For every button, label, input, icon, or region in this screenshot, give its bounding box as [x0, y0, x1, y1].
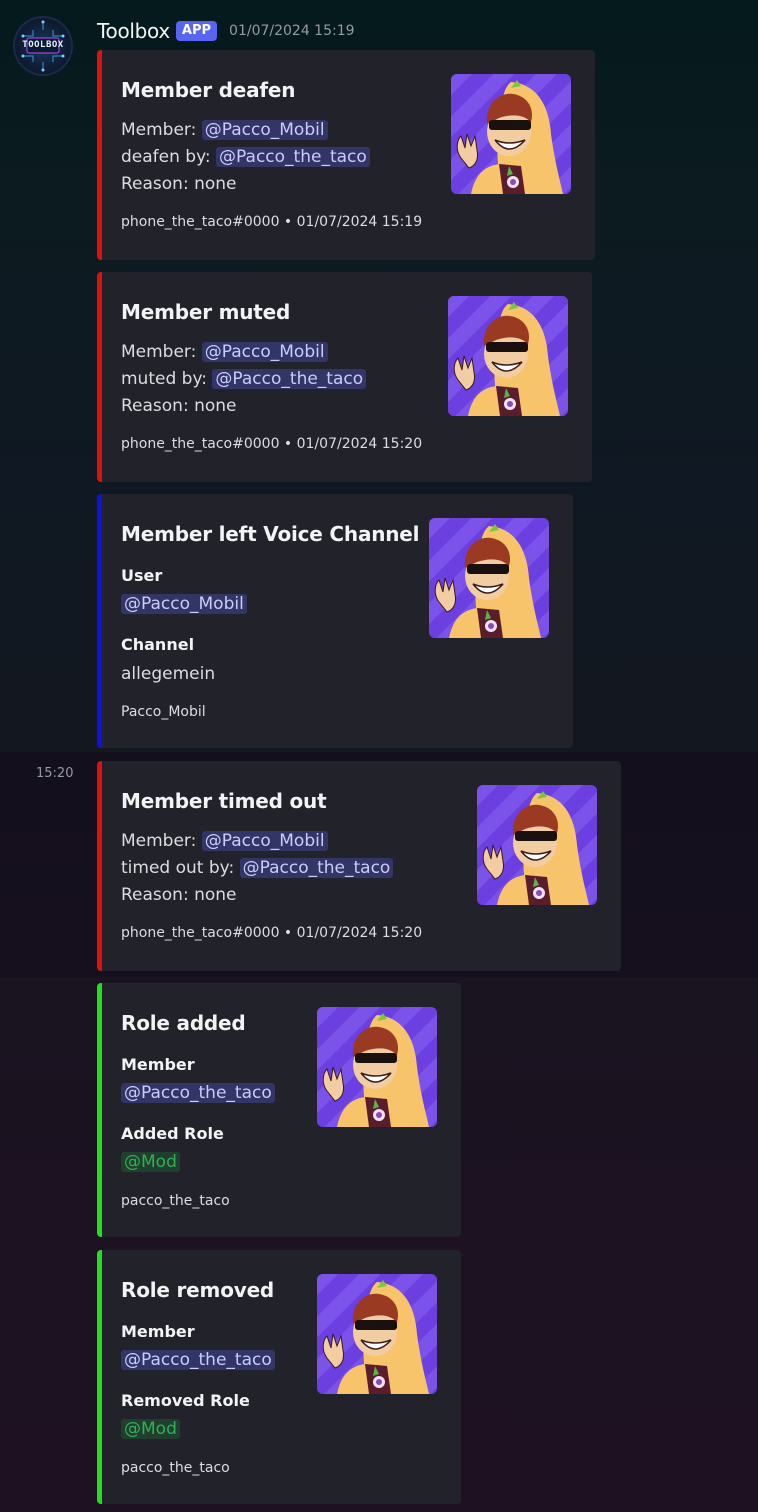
bot-avatar[interactable]: TOOLBOX — [13, 16, 73, 76]
embed-title: Member timed out — [121, 789, 327, 813]
embed-line-reason: Reason: none — [121, 174, 237, 194]
embed-thumbnail[interactable] — [448, 296, 568, 416]
field-name-channel: Channel — [121, 635, 195, 654]
embed-member-muted: Member muted Member: @Pacco_Mobil muted … — [97, 272, 592, 482]
user-mention[interactable]: @Pacco_the_taco — [212, 369, 367, 389]
field-name-user: User — [121, 566, 163, 585]
line-label: Member: — [121, 342, 202, 362]
embed-member-timed-out: Member timed out Member: @Pacco_Mobil ti… — [97, 761, 621, 971]
field-name-member: Member — [121, 1322, 195, 1341]
embed-line-by: deafen by: @Pacco_the_taco — [121, 147, 370, 167]
embed-thumbnail[interactable] — [317, 1274, 437, 1394]
embed-thumbnail[interactable] — [429, 518, 549, 638]
line-label: muted by: — [121, 369, 213, 389]
field-value-role: @Mod — [121, 1419, 180, 1439]
embed-role-removed: Role removed Member @Pacco_the_taco Remo… — [97, 1250, 461, 1504]
line-label: timed out by: — [121, 858, 240, 878]
waving-character-icon — [317, 1274, 437, 1394]
embed-line-member: Member: @Pacco_Mobil — [121, 120, 328, 140]
embed-line-by: muted by: @Pacco_the_taco — [121, 369, 367, 389]
message-header: Toolbox APP 01/07/2024 15:19 — [97, 17, 355, 45]
embed-footer: pacco_the_taco — [121, 1460, 230, 1476]
line-label: deafen by: — [121, 147, 217, 167]
field-value-channel: allegemein — [121, 664, 216, 684]
waving-character-icon — [451, 74, 571, 194]
field-value-role: @Mod — [121, 1152, 180, 1172]
field-name-member: Member — [121, 1055, 195, 1074]
waving-character-icon — [448, 296, 568, 416]
waving-character-icon — [477, 785, 597, 905]
embed-footer: pacco_the_taco — [121, 1193, 230, 1209]
embed-member-left-voice: Member left Voice Channel User @Pacco_Mo… — [97, 494, 573, 748]
embed-title: Role removed — [121, 1278, 275, 1302]
avatar-logo-text: TOOLBOX — [22, 40, 64, 50]
field-name-added-role: Added Role — [121, 1124, 224, 1143]
line-label: Member: — [121, 831, 202, 851]
message-timestamp[interactable]: 01/07/2024 15:19 — [229, 23, 355, 39]
embed-title: Member muted — [121, 300, 291, 324]
line-label: Member: — [121, 120, 202, 140]
field-value-user: @Pacco_Mobil — [121, 594, 247, 614]
waving-character-icon — [429, 518, 549, 638]
hover-timestamp[interactable]: 15:20 — [36, 766, 73, 781]
embed-line-reason: Reason: none — [121, 396, 237, 416]
embed-line-by: timed out by: @Pacco_the_taco — [121, 858, 394, 878]
embed-member-deafen: Member deafen Member: @Pacco_Mobil deafe… — [97, 50, 595, 260]
embed-footer: Pacco_Mobil — [121, 704, 206, 720]
field-value-member: @Pacco_the_taco — [121, 1350, 275, 1370]
embed-footer: phone_the_taco#0000 • 01/07/2024 15:20 — [121, 925, 423, 941]
embed-line-member: Member: @Pacco_Mobil — [121, 342, 328, 362]
user-mention[interactable]: @Pacco_Mobil — [201, 831, 328, 851]
role-mention[interactable]: @Mod — [121, 1152, 180, 1172]
embed-footer: phone_the_taco#0000 • 01/07/2024 15:19 — [121, 214, 423, 230]
user-mention[interactable]: @Pacco_the_taco — [121, 1083, 275, 1103]
embed-title: Role added — [121, 1011, 246, 1035]
embed-line-member: Member: @Pacco_Mobil — [121, 831, 328, 851]
embed-title: Member deafen — [121, 78, 296, 102]
user-mention[interactable]: @Pacco_Mobil — [201, 342, 328, 362]
role-mention[interactable]: @Mod — [121, 1419, 180, 1439]
user-mention[interactable]: @Pacco_Mobil — [201, 120, 328, 140]
embed-thumbnail[interactable] — [477, 785, 597, 905]
field-name-removed-role: Removed Role — [121, 1391, 250, 1410]
user-mention[interactable]: @Pacco_the_taco — [239, 858, 394, 878]
embed-thumbnail[interactable] — [451, 74, 571, 194]
embed-title: Member left Voice Channel — [121, 522, 420, 546]
user-mention[interactable]: @Pacco_the_taco — [121, 1350, 275, 1370]
app-badge: APP — [175, 21, 218, 41]
embed-footer: phone_the_taco#0000 • 01/07/2024 15:20 — [121, 436, 423, 452]
embed-thumbnail[interactable] — [317, 1007, 437, 1127]
embed-line-reason: Reason: none — [121, 885, 237, 905]
user-mention[interactable]: @Pacco_Mobil — [121, 594, 247, 614]
author-name[interactable]: Toolbox — [97, 19, 170, 43]
user-mention[interactable]: @Pacco_the_taco — [216, 147, 370, 167]
field-value-member: @Pacco_the_taco — [121, 1083, 275, 1103]
embed-role-added: Role added Member @Pacco_the_taco Added … — [97, 983, 461, 1237]
waving-character-icon — [317, 1007, 437, 1127]
